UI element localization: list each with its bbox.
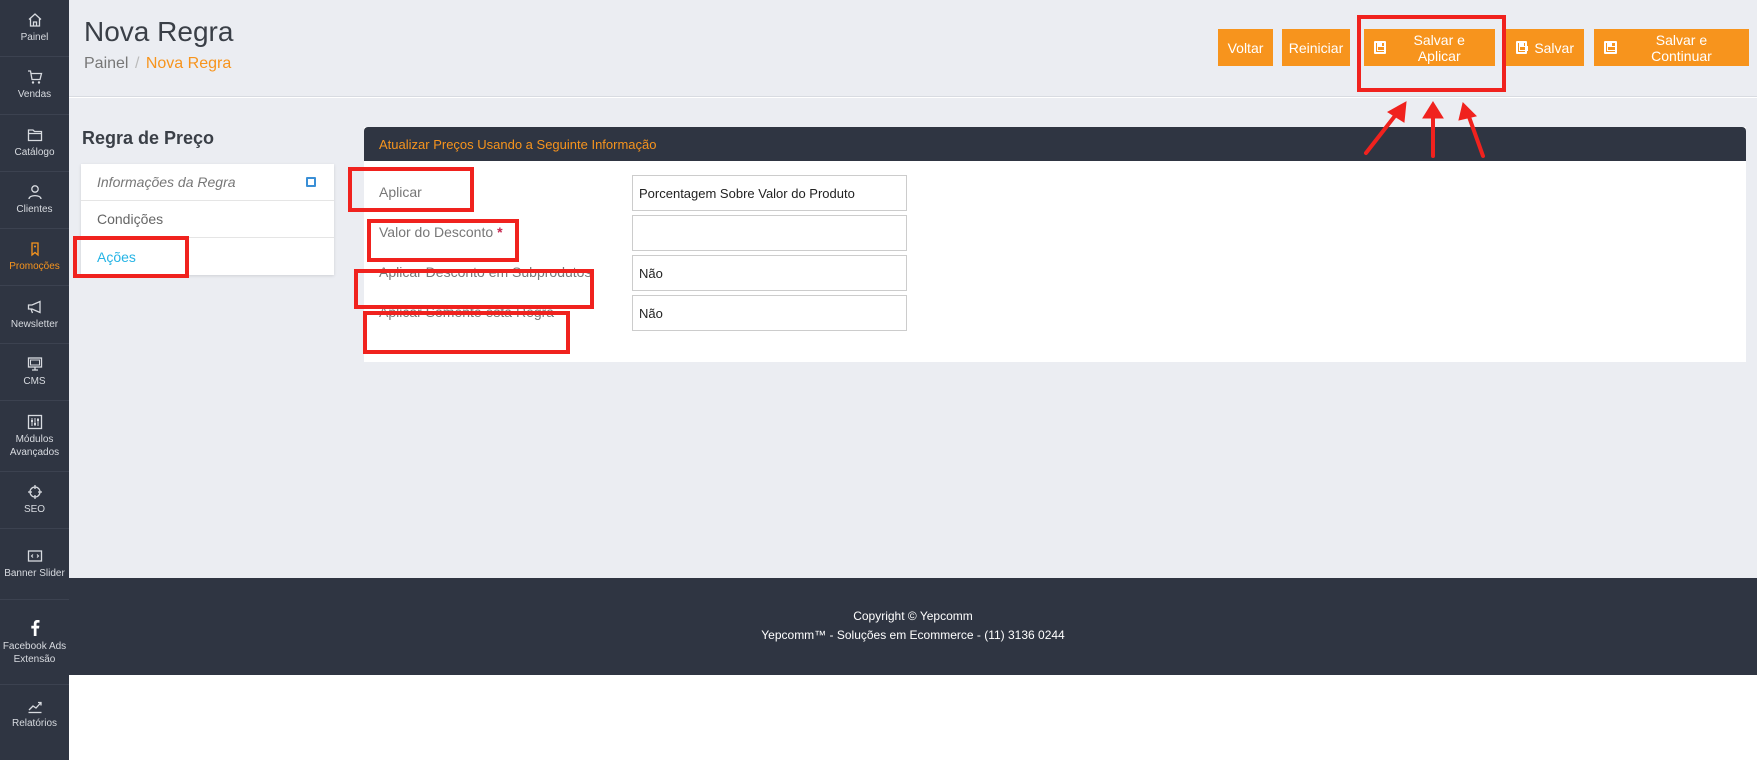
actions-panel: Atualizar Preços Usando a Seguinte Infor… — [364, 127, 1746, 362]
sidebar-item-newsletter[interactable]: Newsletter — [0, 286, 69, 344]
back-button[interactable]: Voltar — [1218, 29, 1273, 66]
required-marker: * — [497, 224, 503, 240]
stop-rules-label: Aplicar Somente esta Regra — [379, 304, 555, 320]
reset-button[interactable]: Reiniciar — [1282, 29, 1350, 66]
form-row-apply: Aplicar Porcentagem Sobre Valor do Produ… — [364, 175, 1746, 211]
sidebar-item-vendas[interactable]: Vendas — [0, 57, 69, 115]
page-title: Nova Regra — [84, 16, 234, 47]
sidebar-item-relatorios[interactable]: Relatórios — [0, 685, 69, 742]
breadcrumb-current: Nova Regra — [145, 55, 232, 72]
tab-actions[interactable]: Ações — [81, 238, 334, 275]
save-and-apply-label: Salvar e Aplicar — [1413, 31, 1465, 64]
save-icon — [306, 177, 316, 187]
sidebar-item-modulos[interactable]: Módulos Avançados — [0, 401, 69, 473]
save-button[interactable]: Salvar — [1506, 29, 1584, 66]
home-icon — [27, 12, 43, 28]
crosshair-icon — [27, 484, 43, 500]
sidebar-item-promocoes[interactable]: Promoções — [0, 229, 69, 287]
subproducts-label: Aplicar Desconto em Subprodutos — [379, 264, 592, 280]
page-header: Nova Regra Painel / Nova Regra Voltar Re… — [69, 0, 1757, 97]
tab-label: Ações — [97, 248, 136, 265]
main-content: Regra de Preço Informações da Regra Cond… — [69, 98, 1757, 578]
sidebar-nav: Painel Vendas Catálogo Clientes Promoçõe… — [0, 0, 69, 760]
breadcrumb: Painel / Nova Regra — [84, 55, 231, 73]
sliders-icon — [27, 414, 43, 430]
panel-heading: Atualizar Preços Usando a Seguinte Infor… — [364, 127, 1746, 161]
sidebar-item-label: SEO — [23, 504, 46, 516]
chart-icon — [27, 698, 43, 714]
sidebar-item-label: CMS — [23, 375, 46, 387]
sidebar-item-label: Facebook Ads Extensão — [2, 640, 67, 665]
save-and-apply-button[interactable]: Salvar e Aplicar — [1364, 29, 1495, 66]
rule-tabs: Informações da Regra Condições Ações — [81, 164, 334, 275]
sidebar-item-cms[interactable]: CMS — [0, 344, 69, 402]
tab-label: Informações da Regra — [97, 174, 236, 190]
save-icon — [1604, 41, 1617, 54]
discount-amount-input[interactable] — [632, 215, 907, 251]
arrow-left — [1364, 110, 1400, 155]
facebook-icon — [27, 619, 43, 637]
save-and-continue-button[interactable]: Salvar e Continuar — [1594, 29, 1749, 66]
monitor-icon — [27, 356, 43, 372]
save-and-continue-label: Salvar e Continuar — [1651, 31, 1712, 64]
page-footer: Copyright © Yepcomm Yepcomm™ - Soluções … — [69, 578, 1757, 675]
stop-rules-select[interactable]: Não — [632, 295, 907, 331]
sidebar-item-label: Painel — [20, 32, 49, 44]
tab-rule-info[interactable]: Informações da Regra — [81, 164, 334, 201]
sidebar-item-label: Catálogo — [14, 146, 55, 158]
breadcrumb-root[interactable]: Painel — [84, 55, 128, 72]
sidebar-item-label: Relatórios — [11, 718, 58, 730]
discount-amount-label-text: Valor do Desconto — [379, 224, 494, 240]
tab-conditions[interactable]: Condições — [81, 201, 334, 238]
apply-select[interactable]: Porcentagem Sobre Valor do Produto — [632, 175, 907, 211]
apply-label: Aplicar — [379, 184, 422, 200]
save-icon — [1374, 41, 1387, 54]
sidebar-item-catalogo[interactable]: Catálogo — [0, 115, 69, 172]
megaphone-icon — [27, 299, 43, 315]
folder-icon — [27, 127, 43, 143]
sidebar-item-painel[interactable]: Painel — [0, 0, 69, 58]
subproducts-select[interactable]: Não — [632, 255, 907, 291]
annotation-arrows — [1364, 101, 1485, 158]
reset-button-label: Reiniciar — [1288, 39, 1344, 56]
slider-icon — [27, 548, 43, 564]
sidebar-item-label: Banner Slider — [4, 568, 65, 580]
form-row-discount-amount: Valor do Desconto * — [364, 215, 1746, 251]
sidebar-item-seo[interactable]: SEO — [0, 472, 69, 530]
sidebar-item-banner-slider[interactable]: Banner Slider — [0, 529, 69, 601]
cart-icon — [27, 69, 43, 85]
sidebar-item-label: Promoções — [9, 261, 60, 273]
back-button-label: Voltar — [1227, 39, 1264, 56]
breadcrumb-separator: / — [134, 55, 140, 72]
sidebar-item-facebook-ads[interactable]: Facebook Ads Extensão — [0, 600, 69, 686]
arrow-right — [1466, 112, 1485, 158]
save-button-label: Salvar — [1534, 39, 1574, 56]
footer-company: Yepcomm™ - Soluções em Ecommerce - (11) … — [761, 628, 1065, 642]
form-row-stop-rules: Aplicar Somente esta Regra Não — [364, 295, 1746, 331]
discount-amount-label: Valor do Desconto * — [379, 224, 503, 240]
save-icon — [1516, 41, 1529, 54]
form-row-subproducts: Aplicar Desconto em Subprodutos Não — [364, 255, 1746, 291]
sidebar-item-clientes[interactable]: Clientes — [0, 172, 69, 230]
footer-copyright: Copyright © Yepcomm — [853, 609, 973, 623]
tag-icon — [27, 241, 43, 257]
sidebar-item-label: Vendas — [17, 89, 52, 101]
section-title: Regra de Preço — [82, 128, 215, 148]
sidebar-item-label: Clientes — [16, 204, 53, 216]
sidebar-item-label: Módulos Avançados — [9, 433, 60, 458]
user-icon — [27, 184, 43, 200]
tab-label: Condições — [97, 211, 164, 227]
sidebar-item-label: Newsletter — [10, 318, 59, 330]
